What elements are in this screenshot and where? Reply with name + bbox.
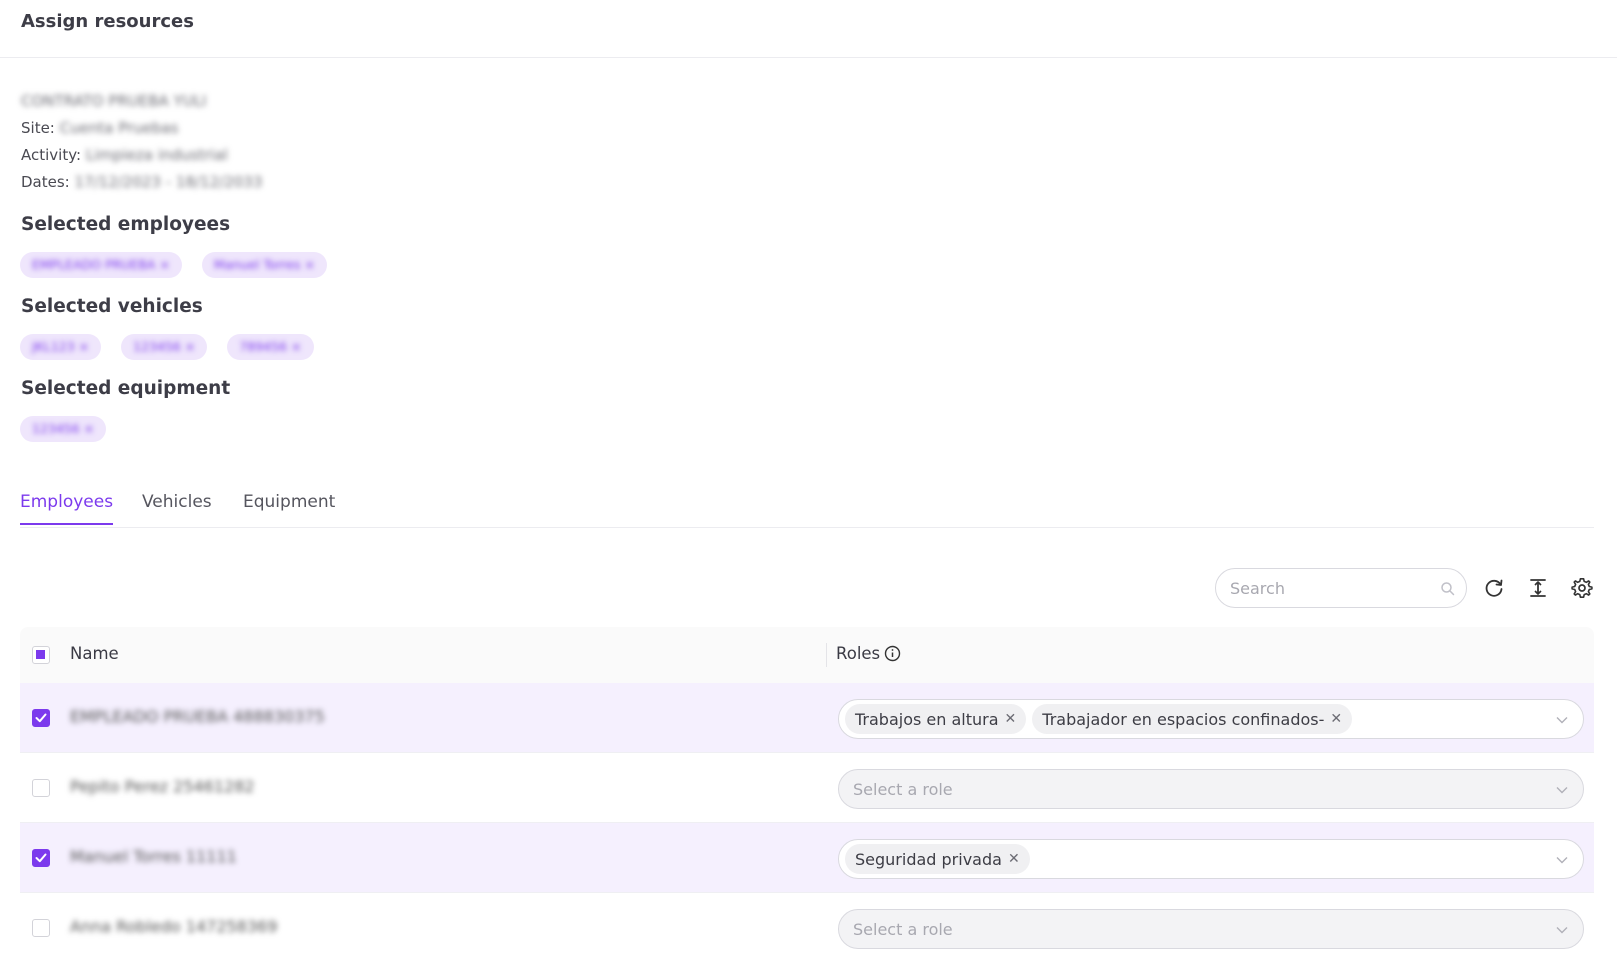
info-icon[interactable] bbox=[884, 645, 901, 662]
equipment-chip[interactable]: 123456 × bbox=[20, 416, 107, 442]
dates-label: Dates: bbox=[21, 173, 70, 191]
tab-equipment[interactable]: Equipment bbox=[243, 492, 335, 523]
roles-header-label: Roles bbox=[836, 644, 881, 663]
role-select[interactable]: Seguridad privada ✕ bbox=[838, 839, 1584, 879]
chevron-down-icon bbox=[1556, 927, 1568, 934]
resource-tabs: Employees Vehicles Equipment bbox=[20, 486, 1594, 528]
role-tag: Trabajos en altura ✕ bbox=[845, 704, 1027, 734]
select-all-checkbox[interactable] bbox=[32, 646, 50, 664]
remove-role-icon[interactable]: ✕ bbox=[1330, 711, 1342, 727]
row-checkbox[interactable] bbox=[32, 709, 50, 727]
employee-name: Pepito Perez 25461282 bbox=[70, 777, 255, 796]
row-checkbox[interactable] bbox=[32, 919, 50, 937]
chevron-down-icon bbox=[1556, 857, 1568, 864]
employee-name: EMPLEADO PRUEBA 488830375 bbox=[70, 707, 325, 726]
remove-role-icon[interactable]: ✕ bbox=[1008, 851, 1020, 867]
selected-employees-title: Selected employees bbox=[21, 214, 231, 235]
chevron-down-icon bbox=[1556, 717, 1568, 724]
role-select[interactable]: Select a role bbox=[838, 909, 1584, 949]
employee-chip[interactable]: Manuel Torres × bbox=[201, 252, 327, 278]
selected-employees-chips: EMPLEADO PRUEBA × Manuel Torres × bbox=[20, 252, 327, 278]
column-divider bbox=[826, 643, 827, 667]
vehicle-chip[interactable]: JKL123 × bbox=[20, 334, 102, 360]
remove-role-icon[interactable]: ✕ bbox=[1005, 711, 1017, 727]
tab-vehicles[interactable]: Vehicles bbox=[142, 492, 212, 523]
chevron-down-icon bbox=[1556, 787, 1568, 794]
employee-chip[interactable]: EMPLEADO PRUEBA × bbox=[20, 252, 182, 278]
row-checkbox[interactable] bbox=[32, 779, 50, 797]
row-checkbox[interactable] bbox=[32, 849, 50, 867]
settings-icon[interactable] bbox=[1570, 576, 1594, 600]
role-placeholder: Select a role bbox=[853, 779, 953, 799]
table-header: Name Roles bbox=[20, 627, 1594, 683]
vehicle-chip[interactable]: 123456 × bbox=[121, 334, 208, 360]
role-select[interactable]: Select a role bbox=[838, 769, 1584, 809]
role-tag: Trabajador en espacios confinados- ✕ bbox=[1032, 704, 1353, 734]
table-row: Pepito Perez 25461282 Select a role bbox=[20, 753, 1594, 823]
role-select[interactable]: Trabajos en altura ✕ Trabajador en espaci… bbox=[838, 699, 1584, 739]
site-value: Cuenta Pruebas bbox=[59, 119, 179, 137]
vehicle-chip[interactable]: 789456 × bbox=[227, 334, 314, 360]
selected-vehicles-chips: JKL123 × 123456 × 789456 × bbox=[20, 334, 314, 360]
contract-info: CONTRATO PRUEBA YULI Site: Cuenta Prueba… bbox=[21, 88, 262, 196]
selected-vehicles-title: Selected vehicles bbox=[21, 296, 203, 317]
table-row: Anna Robledo 147258369 Select a role bbox=[20, 893, 1594, 959]
table-row: Manuel Torres 11111 Seguridad privada ✕ bbox=[20, 823, 1594, 893]
selected-equipment-title: Selected equipment bbox=[21, 378, 231, 399]
selected-equipment-chips: 123456 × bbox=[20, 416, 107, 442]
contract-name: CONTRATO PRUEBA YULI bbox=[21, 92, 207, 110]
employees-table: Name Roles EMPLEADO PRUEBA 488830375 Tra… bbox=[20, 627, 1594, 959]
column-height-icon[interactable] bbox=[1526, 576, 1550, 600]
search-box bbox=[1215, 568, 1467, 608]
site-label: Site: bbox=[21, 119, 55, 137]
search-input[interactable] bbox=[1230, 576, 1430, 600]
role-placeholder: Select a role bbox=[853, 919, 953, 939]
modal-header: Assign resources bbox=[0, 0, 1617, 58]
employee-name: Manuel Torres 11111 bbox=[70, 847, 237, 866]
refresh-icon[interactable] bbox=[1482, 576, 1506, 600]
tab-employees[interactable]: Employees bbox=[20, 492, 114, 525]
activity-value: Limpieza industrial bbox=[85, 146, 228, 164]
employee-name: Anna Robledo 147258369 bbox=[70, 917, 278, 936]
column-header-name[interactable]: Name bbox=[70, 644, 119, 663]
dates-value: 17/12/2023 - 18/12/2033 bbox=[74, 173, 263, 191]
search-icon[interactable] bbox=[1439, 580, 1457, 598]
activity-label: Activity: bbox=[21, 146, 82, 164]
table-row: EMPLEADO PRUEBA 488830375 Trabajos en al… bbox=[20, 683, 1594, 753]
column-header-roles: Roles bbox=[836, 644, 901, 663]
check-icon bbox=[35, 713, 47, 723]
role-tag: Seguridad privada ✕ bbox=[845, 844, 1030, 874]
check-icon bbox=[35, 853, 47, 863]
modal-title: Assign resources bbox=[21, 11, 194, 32]
